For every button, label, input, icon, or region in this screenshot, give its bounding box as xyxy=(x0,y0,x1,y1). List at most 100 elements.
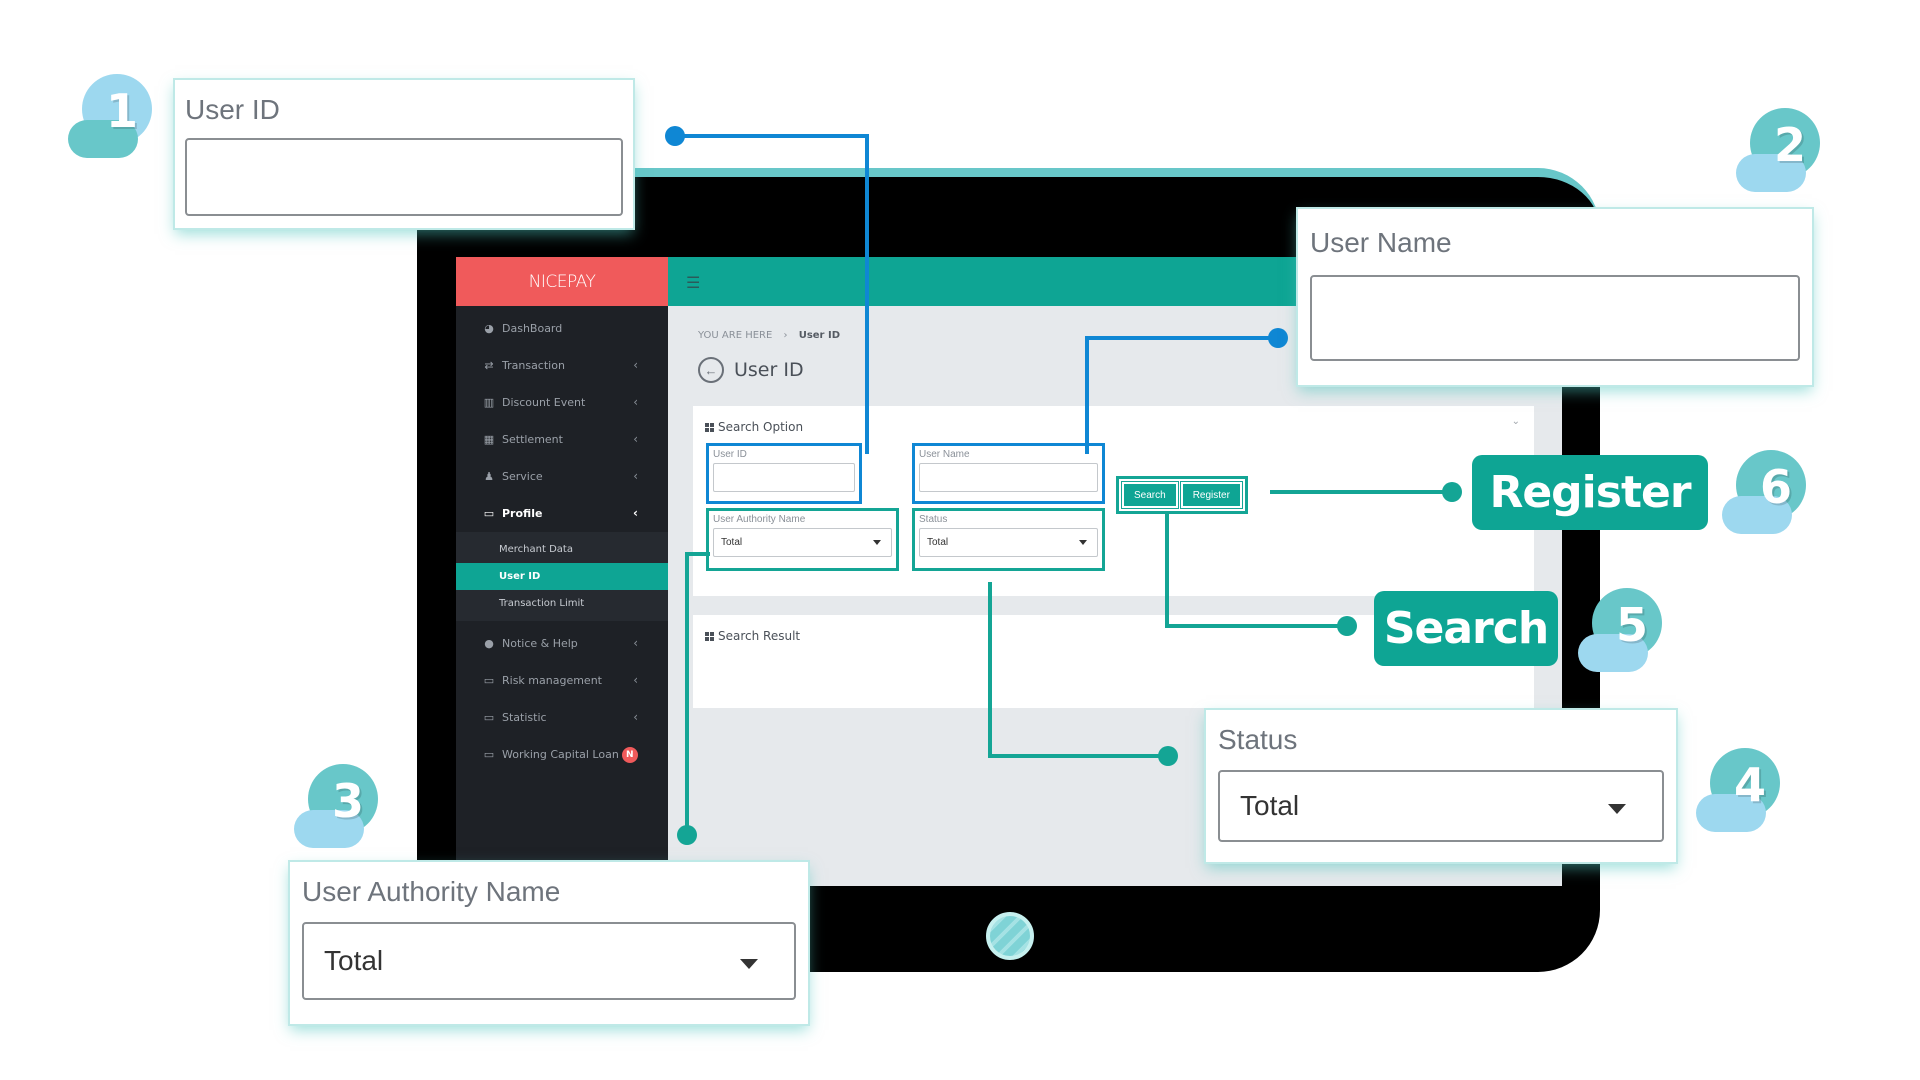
chevron-left-icon: ‹ xyxy=(633,636,638,650)
status-label: Status xyxy=(919,514,948,525)
breadcrumb: YOU ARE HERE › User ID xyxy=(698,330,840,341)
user-authority-name-label: User Authority Name xyxy=(713,514,806,525)
step-badge-2: 2 xyxy=(1736,108,1820,192)
connector-dot-register xyxy=(1442,482,1462,502)
user-authority-name-field: User Authority Name Total xyxy=(706,508,899,571)
page-header: ← User ID xyxy=(698,357,804,383)
user-name-label: User Name xyxy=(919,449,970,460)
sidebar-item-label: Risk management xyxy=(502,674,602,687)
step-badge-4: 4 xyxy=(1696,748,1780,832)
submenu-item-transaction-limit[interactable]: Transaction Limit xyxy=(456,590,668,617)
submenu-item-user-id[interactable]: User ID xyxy=(456,563,668,590)
monitor-icon: ▭ xyxy=(483,507,495,520)
step-number: 3 xyxy=(331,774,364,828)
sidebar-item-settlement[interactable]: ▦ Settlement ‹ xyxy=(456,421,668,458)
sidebar-item-label: Profile xyxy=(502,507,543,520)
register-button[interactable]: Register xyxy=(1179,481,1243,509)
sidebar-nav-bottom: ● Notice & Help ‹ ▭ Risk management ‹ ▭ … xyxy=(456,621,668,773)
sidebar-item-label: Working Capital Loan xyxy=(502,748,619,761)
search-option-title-text: Search Option xyxy=(718,420,804,434)
sidebar-item-notice-help[interactable]: ● Notice & Help ‹ xyxy=(456,625,668,662)
sidebar-item-label: Discount Event xyxy=(502,396,586,409)
step-badge-6: 6 xyxy=(1722,450,1806,534)
folder-icon: ▭ xyxy=(483,674,495,687)
callout-user-id: User ID xyxy=(175,80,633,228)
callout-user-authority-name: User Authority Name Total xyxy=(290,862,808,1024)
breadcrumb-prefix: YOU ARE HERE xyxy=(698,330,773,341)
grid-icon xyxy=(705,422,714,432)
search-button[interactable]: Search xyxy=(1121,481,1179,509)
sidebar-item-service[interactable]: ♟ Service ‹ xyxy=(456,458,668,495)
chevron-left-icon: ‹ xyxy=(633,469,638,483)
calendar-icon: ▦ xyxy=(483,433,495,446)
sidebar-item-label: Settlement xyxy=(502,433,563,446)
sidebar-item-label: Transaction xyxy=(502,359,565,372)
dashboard-icon: ◕ xyxy=(484,322,494,335)
connector-line-search-vertical xyxy=(1165,514,1169,628)
step-number: 5 xyxy=(1615,598,1648,652)
sidebar-item-dashboard[interactable]: ◕ DashBoard xyxy=(456,310,668,347)
status-select[interactable]: Total xyxy=(919,528,1098,557)
users-icon: ♟ xyxy=(484,470,494,483)
hamburger-icon[interactable]: ☰ xyxy=(686,273,700,293)
callout-user-authority-name-value: Total xyxy=(324,945,384,976)
connector-dot-status xyxy=(1158,746,1178,766)
breadcrumb-separator: › xyxy=(783,330,788,341)
connector-line-user-id xyxy=(675,134,869,138)
sidebar-item-transaction[interactable]: ⇄ Transaction ‹ xyxy=(456,347,668,384)
user-name-field: User Name xyxy=(912,443,1105,504)
tutorial-stage: NICEPAY ◕ DashBoard ⇄ Transaction ‹ ▥ Di… xyxy=(0,0,1920,1080)
sidebar-item-statistic[interactable]: ▭ Statistic ‹ xyxy=(456,699,668,736)
user-name-input[interactable] xyxy=(919,463,1098,492)
submenu-item-merchant-data[interactable]: Merchant Data xyxy=(456,536,668,563)
connector-line-user-id-vertical xyxy=(865,134,869,454)
grid-icon xyxy=(705,631,714,641)
step-badge-1: 1 xyxy=(68,74,152,158)
connector-dot-authority xyxy=(677,825,697,845)
sidebar-item-working-capital-loan[interactable]: ▭ Working Capital Loan N xyxy=(456,736,668,773)
callout-status-select[interactable]: Total xyxy=(1218,770,1664,842)
sidebar-item-label: Service xyxy=(502,470,543,483)
callout-user-name-label: User Name xyxy=(1310,227,1452,258)
sidebar-item-label: Statistic xyxy=(502,711,547,724)
profile-submenu: Merchant Data User ID Transaction Limit xyxy=(456,532,668,621)
bar-chart-icon: ▥ xyxy=(483,396,495,409)
step-number: 6 xyxy=(1759,460,1792,514)
callout-search-button[interactable]: Search xyxy=(1374,591,1558,666)
sidebar-nav-top: ◕ DashBoard ⇄ Transaction ‹ ▥ Discount E… xyxy=(456,306,668,532)
page-title: User ID xyxy=(734,359,804,381)
back-arrow-icon[interactable]: ← xyxy=(698,357,724,383)
brand-logo[interactable]: NICEPAY xyxy=(456,257,668,306)
sidebar-item-risk-management[interactable]: ▭ Risk management ‹ xyxy=(456,662,668,699)
callout-user-id-label: User ID xyxy=(185,94,280,125)
user-id-field: User ID xyxy=(706,443,862,504)
connector-dot-search xyxy=(1337,616,1357,636)
chevron-left-icon: ‹ xyxy=(633,395,638,409)
sidebar-item-label: Notice & Help xyxy=(502,637,578,650)
search-option-title: Search Option xyxy=(705,420,803,434)
dropdown-caret-icon xyxy=(1608,804,1626,814)
callout-user-name-input[interactable] xyxy=(1310,275,1800,361)
callout-register-button[interactable]: Register xyxy=(1472,455,1708,530)
dropdown-caret-icon xyxy=(1079,540,1087,545)
connector-line-user-name xyxy=(1085,336,1275,340)
chevron-down-icon[interactable]: ⌄ xyxy=(1512,416,1520,427)
step-number: 1 xyxy=(105,84,138,138)
folder-icon: ▭ xyxy=(483,748,495,761)
search-result-title: Search Result xyxy=(705,629,800,643)
sidebar-item-label: DashBoard xyxy=(502,322,563,335)
sidebar-item-discount-event[interactable]: ▥ Discount Event ‹ xyxy=(456,384,668,421)
user-id-input[interactable] xyxy=(713,463,855,492)
sidebar-item-profile[interactable]: ▭ Profile ‹ xyxy=(456,495,668,532)
callout-user-id-input[interactable] xyxy=(185,138,623,216)
callout-user-authority-name-label: User Authority Name xyxy=(302,876,561,907)
breadcrumb-current: User ID xyxy=(798,330,840,341)
connector-line-search-horizontal xyxy=(1165,624,1345,628)
chevron-left-icon: ‹ xyxy=(633,710,638,724)
user-authority-name-select[interactable]: Total xyxy=(713,528,892,557)
search-result-title-text: Search Result xyxy=(718,629,801,643)
callout-user-authority-name-select[interactable]: Total xyxy=(302,922,796,1000)
connector-line-user-name-vertical xyxy=(1085,336,1089,454)
chevron-left-icon: ‹ xyxy=(633,673,638,687)
step-badge-5: 5 xyxy=(1578,588,1662,672)
